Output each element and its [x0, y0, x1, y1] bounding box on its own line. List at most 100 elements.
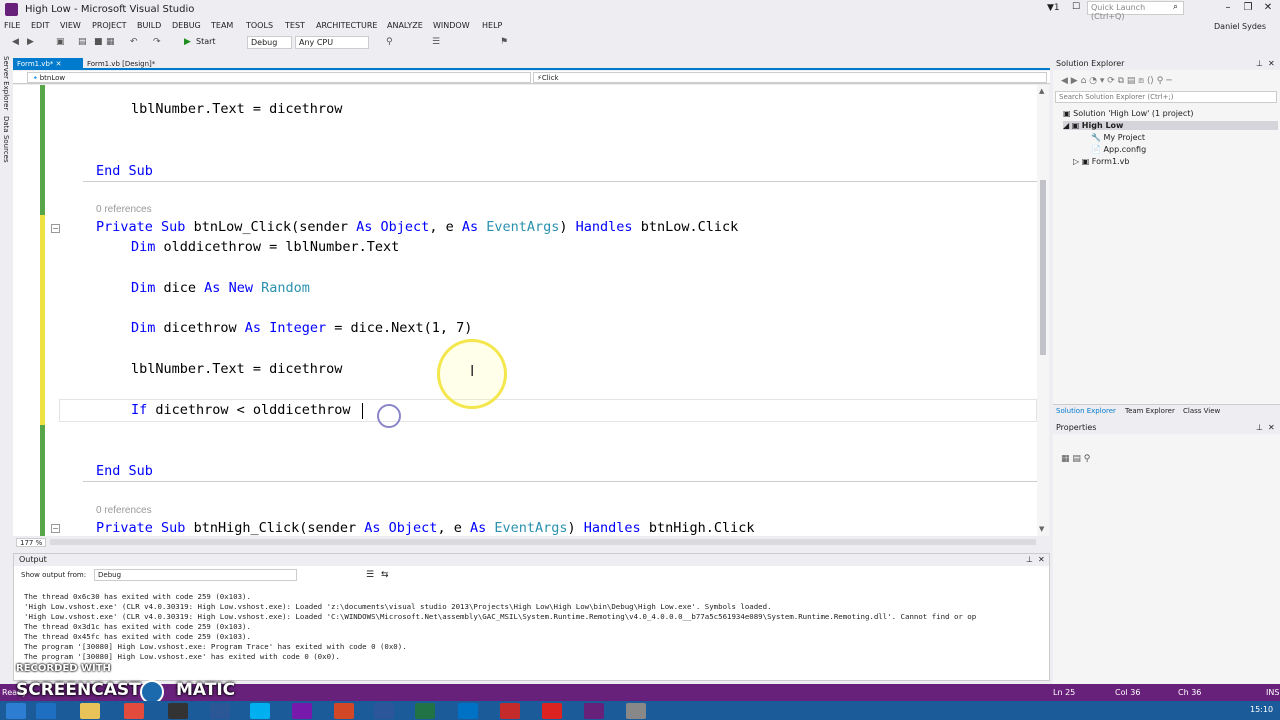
platform-select[interactable]: Any CPU — [295, 36, 369, 49]
menu-help[interactable]: HELP — [482, 21, 502, 30]
forward-icon[interactable]: ▶ — [27, 37, 34, 47]
bookmark-icon[interactable]: ⚑ — [500, 37, 508, 47]
minimize-button[interactable]: – — [1220, 2, 1236, 13]
codelens-references[interactable]: 0 references — [96, 505, 152, 516]
menu-window[interactable]: WINDOW — [433, 21, 470, 30]
object-dropdown[interactable]: 🔹btnLow — [27, 72, 531, 83]
menu-edit[interactable]: EDIT — [31, 21, 49, 30]
tab-team-explorer[interactable]: Team Explorer — [1125, 407, 1175, 415]
tree-my-project[interactable]: 🔧 My Project — [1091, 133, 1145, 142]
codelens-references[interactable]: 0 references — [96, 204, 152, 215]
server-explorer-tab[interactable]: Server Explorer — [2, 56, 10, 110]
configuration-select[interactable]: Debug — [247, 36, 292, 49]
feedback-icon[interactable]: ☐ — [1072, 2, 1080, 12]
start-icon[interactable]: ▶ — [184, 37, 191, 47]
menu-build[interactable]: BUILD — [137, 21, 161, 30]
menu-analyze[interactable]: ANALYZE — [387, 21, 423, 30]
visual-studio-logo-icon — [5, 3, 18, 16]
tree-solution[interactable]: ▣ Solution 'High Low' (1 project) — [1063, 109, 1194, 118]
menu-project[interactable]: PROJECT — [92, 21, 127, 30]
menu-tools[interactable]: TOOLS — [246, 21, 273, 30]
clear-all-icon[interactable]: ⇆ — [381, 570, 389, 580]
scroll-down-icon[interactable]: ▼ — [1039, 525, 1044, 533]
visual-studio-icon[interactable] — [584, 703, 604, 719]
pin-icon[interactable]: ⊥ — [1026, 555, 1033, 564]
solution-search-input[interactable]: Search Solution Explorer (Ctrl+;) — [1055, 91, 1277, 103]
scroll-thumb[interactable] — [1040, 180, 1046, 355]
file-explorer-icon[interactable] — [80, 703, 100, 719]
pin-icon[interactable]: ⊥ — [1256, 59, 1263, 68]
notification-flag-icon[interactable]: ▼1 — [1047, 3, 1060, 13]
code-line: lblNumber.Text = dicethrow — [131, 361, 343, 377]
menu-view[interactable]: VIEW — [60, 21, 81, 30]
start-button[interactable]: Start — [196, 37, 216, 46]
pin-icon[interactable]: ⊥ — [1256, 423, 1263, 432]
scroll-up-icon[interactable]: ▲ — [1039, 87, 1044, 95]
tree-project[interactable]: ◢ ▣ High Low — [1063, 121, 1278, 130]
chrome-icon[interactable] — [124, 703, 144, 719]
skype-icon[interactable] — [250, 703, 270, 719]
acrobat-icon[interactable] — [500, 703, 520, 719]
data-sources-tab[interactable]: Data Sources — [2, 116, 10, 163]
internet-explorer-icon[interactable] — [36, 703, 56, 719]
user-name[interactable]: Daniel Sydes — [1214, 22, 1266, 31]
menu-file[interactable]: FILE — [4, 21, 20, 30]
editor-horizontal-scrollbar[interactable] — [50, 539, 1036, 545]
find-icon[interactable]: ⚲ — [386, 37, 393, 47]
collapse-toggle[interactable]: − — [51, 524, 60, 533]
new-project-icon[interactable]: ▣ — [56, 37, 65, 47]
open-file-icon[interactable]: ▤ — [78, 37, 87, 47]
start-menu-icon[interactable] — [6, 703, 26, 719]
powerpoint-icon[interactable] — [334, 703, 354, 719]
code-token: As — [461, 219, 479, 235]
close-button[interactable]: ✕ — [1260, 2, 1276, 13]
tab-close-icon[interactable]: ✕ — [56, 60, 62, 68]
menu-test[interactable]: TEST — [285, 21, 305, 30]
save-icon[interactable]: ■ — [94, 37, 103, 47]
outlook-icon[interactable] — [458, 703, 478, 719]
se-toolbar-icons[interactable]: ◀ ▶ ⌂ ◔ ▾ ⟳ ⧉ ▤ ⧇ ⟨⟩ ⚲ ─ — [1061, 76, 1172, 86]
output-source-select[interactable]: Debug — [94, 569, 297, 581]
menu-debug[interactable]: DEBUG — [172, 21, 201, 30]
word-wrap-icon[interactable]: ☰ — [366, 570, 374, 580]
tab-label: Form1.vb* — [17, 60, 54, 68]
comment-icon[interactable]: ☰ — [432, 37, 440, 47]
tab-form1-design[interactable]: Form1.vb [Design]* — [83, 58, 173, 70]
screencast-icon[interactable] — [626, 703, 646, 719]
zoom-level[interactable]: 177 % — [16, 538, 47, 547]
word-icon[interactable] — [374, 703, 394, 719]
excel-icon[interactable] — [415, 703, 435, 719]
collapse-toggle[interactable]: − — [51, 224, 60, 233]
close-output-icon[interactable]: ✕ — [1038, 555, 1045, 564]
left-tool-rail: Server Explorer Data Sources — [0, 52, 13, 684]
code-token: As — [204, 280, 221, 296]
object-name: btnLow — [39, 74, 66, 82]
save-all-icon[interactable]: ▦ — [106, 37, 115, 47]
maximize-button[interactable]: ❐ — [1240, 2, 1256, 13]
close-icon[interactable]: ✕ — [1268, 423, 1275, 432]
tab-solution-explorer[interactable]: Solution Explorer — [1056, 407, 1116, 415]
redo-icon[interactable]: ↷ — [153, 37, 161, 47]
member-dropdown[interactable]: ⚡Click — [533, 72, 1047, 83]
code-line: If dicethrow < olddicethrow — [131, 402, 350, 418]
tree-app-config[interactable]: 📄 App.config — [1091, 145, 1146, 154]
lync-icon[interactable] — [210, 703, 230, 719]
code-editor[interactable]: − − lblNumber.Text = dicethrow End Sub 0… — [13, 85, 1037, 536]
terminal-icon[interactable] — [168, 703, 188, 719]
tab-class-view[interactable]: Class View — [1183, 407, 1220, 415]
editor-vertical-scrollbar[interactable]: ▲ ▼ — [1037, 85, 1049, 536]
back-icon[interactable]: ◀ — [12, 37, 19, 47]
tab-form1-code[interactable]: Form1.vb* ✕ — [13, 58, 83, 70]
app-icon[interactable] — [542, 703, 562, 719]
undo-icon[interactable]: ↶ — [130, 37, 138, 47]
code-line: Private Sub btnLow_Click(sender As Objec… — [96, 219, 738, 235]
code-token: Sub — [161, 219, 186, 235]
onenote-icon[interactable] — [292, 703, 312, 719]
quick-launch-input[interactable]: Quick Launch (Ctrl+Q) — [1087, 1, 1184, 21]
menu-architecture[interactable]: ARCHITECTURE — [316, 21, 377, 30]
code-token: Sub — [161, 520, 186, 536]
categorized-icon[interactable]: ▦ ▤ ⚲ — [1061, 454, 1090, 464]
menu-team[interactable]: TEAM — [211, 21, 233, 30]
close-icon[interactable]: ✕ — [1268, 59, 1275, 68]
tree-form1[interactable]: ▷ ▣ Form1.vb — [1073, 157, 1129, 166]
